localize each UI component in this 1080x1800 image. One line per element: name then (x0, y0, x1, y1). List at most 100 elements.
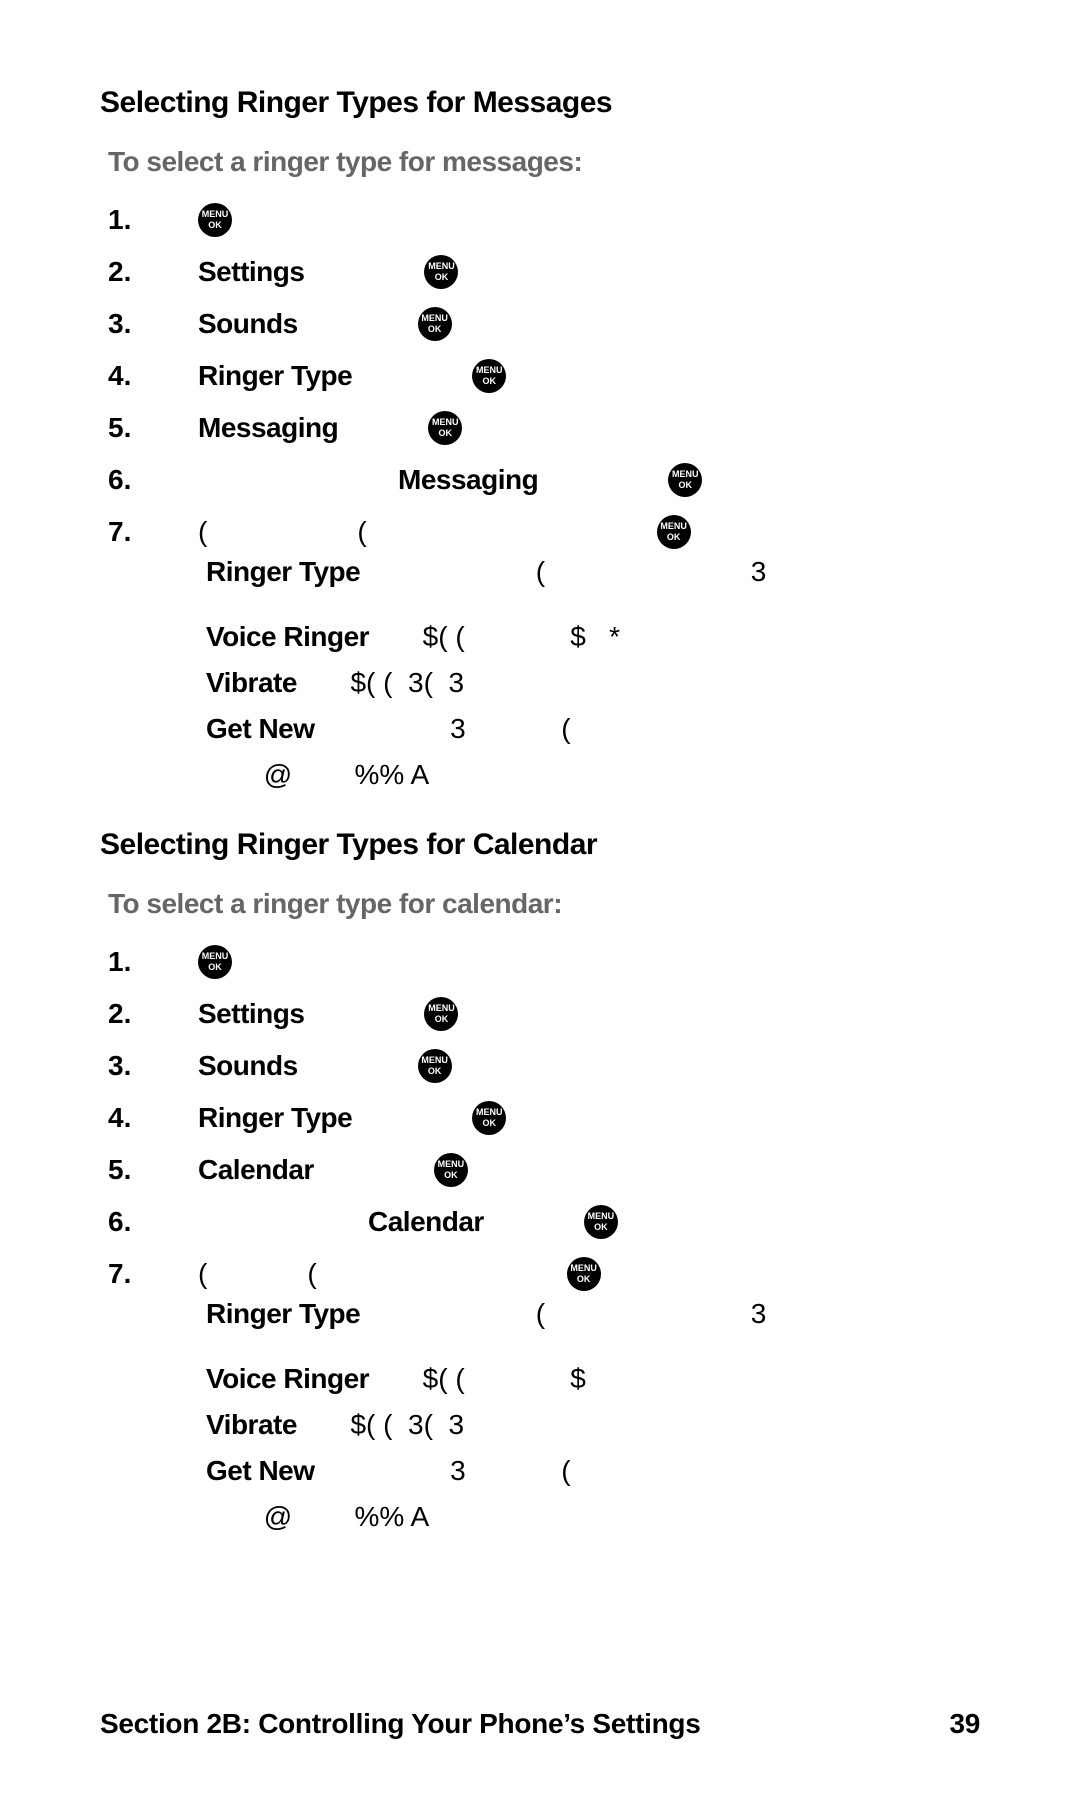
menu-ok-icon: MENU OK (198, 203, 232, 237)
ok-label: OK (208, 220, 222, 230)
menu-ok-icon: MENU OK (472, 1101, 506, 1135)
bullet-list: Voice Ringer $( ( $ * Vibrate $( ( 3( 3 … (108, 594, 980, 798)
menu-ok-icon: MENU OK (434, 1153, 468, 1187)
fragment-text: ( (561, 1455, 570, 1486)
step-label: Ringer Type (198, 360, 352, 392)
step-number: 4. (108, 360, 198, 392)
footer-section-label: Section 2B: Controlling Your Phone’s Set… (100, 1708, 700, 1740)
fragment-text: $ (570, 1363, 586, 1394)
ok-label: OK (667, 532, 681, 542)
menu-label: MENU (421, 1056, 448, 1065)
ok-label: OK (678, 480, 692, 490)
step-number: 1. (108, 204, 198, 236)
ok-label: OK (428, 324, 442, 334)
menu-ok-icon: MENU OK (567, 1257, 601, 1291)
fragment-text: ( (561, 713, 570, 744)
step-number: 1. (108, 946, 198, 978)
section-heading: Selecting Ringer Types for Calendar (100, 828, 980, 862)
ok-label: OK (577, 1274, 591, 1284)
ok-label: OK (435, 1014, 449, 1024)
fragment-text: 3 (450, 1455, 466, 1486)
ok-label: OK (482, 376, 496, 386)
menu-ok-icon: MENU OK (472, 359, 506, 393)
fragment-text: ( (307, 1258, 316, 1290)
fragment-text: $( ( 3( 3 (350, 667, 464, 698)
ok-label: OK (208, 962, 222, 972)
ok-label: OK (594, 1222, 608, 1232)
ok-label: OK (435, 272, 449, 282)
fragment-text: ( (198, 516, 207, 548)
section-subhead: To select a ringer type for calendar: (100, 888, 980, 920)
menu-ok-icon: MENU OK (428, 411, 462, 445)
fragment-text: 3 (751, 556, 767, 587)
menu-label: MENU (660, 522, 687, 531)
bullet-label: Vibrate (206, 667, 297, 698)
step-label: Messaging (398, 464, 538, 496)
menu-label: MENU (672, 470, 699, 479)
step-number: 2. (108, 998, 198, 1030)
menu-ok-icon: MENU OK (424, 997, 458, 1031)
step-number: 3. (108, 308, 198, 340)
steps-list: 1. MENU OK 2. Settings MENU OK 3. S (100, 202, 980, 798)
bullet-label: Vibrate (206, 1409, 297, 1440)
menu-label: MENU (476, 1108, 503, 1117)
step-number: 5. (108, 412, 198, 444)
menu-ok-icon: MENU OK (424, 255, 458, 289)
fragment-text: ( (536, 556, 545, 587)
step-number: 6. (108, 1206, 198, 1238)
menu-label: MENU (428, 262, 455, 271)
fragment-text: ( (198, 1258, 207, 1290)
fragment-text: 3 (450, 713, 466, 744)
menu-label: MENU (421, 314, 448, 323)
menu-ok-icon: MENU OK (198, 945, 232, 979)
step-number: 7. (108, 516, 198, 548)
bullet-list: Voice Ringer $( ( $ Vibrate $( ( 3( 3 Ge… (108, 1336, 980, 1540)
step-label: Calendar (368, 1206, 484, 1238)
step-label: Sounds (198, 1050, 298, 1082)
fragment-text: ( (357, 516, 366, 548)
step-details: Ringer Type ( 3 (108, 1292, 980, 1336)
step-number: 7. (108, 1258, 198, 1290)
step-number: 5. (108, 1154, 198, 1186)
menu-label: MENU (476, 366, 503, 375)
menu-label: MENU (432, 418, 459, 427)
menu-label: MENU (438, 1160, 465, 1169)
bullet-label: Voice Ringer (206, 1363, 369, 1394)
menu-ok-icon: MENU OK (657, 515, 691, 549)
step-label: Settings (198, 998, 304, 1030)
step-number: 6. (108, 464, 198, 496)
menu-label: MENU (570, 1264, 597, 1273)
fragment-text: $( ( 3( 3 (350, 1409, 464, 1440)
detail-label: Ringer Type (206, 1298, 360, 1329)
step-label: Settings (198, 256, 304, 288)
fragment-text: ( (536, 1298, 545, 1329)
bullet-label: Get New (206, 1455, 315, 1486)
page-number: 39 (949, 1708, 980, 1740)
menu-ok-icon: MENU OK (418, 307, 452, 341)
fragment-text: 3 (751, 1298, 767, 1329)
menu-label: MENU (202, 210, 229, 219)
menu-ok-icon: MENU OK (584, 1205, 618, 1239)
menu-label: MENU (202, 952, 229, 961)
menu-label: MENU (428, 1004, 455, 1013)
fragment-text: $( ( (423, 1363, 465, 1394)
step-details: Ringer Type ( 3 (108, 550, 980, 594)
bullet-label: Voice Ringer (206, 621, 369, 652)
bullet-label: Get New (206, 713, 315, 744)
menu-ok-icon: MENU OK (668, 463, 702, 497)
section-heading: Selecting Ringer Types for Messages (100, 86, 980, 120)
step-number: 4. (108, 1102, 198, 1134)
menu-label: MENU (588, 1212, 615, 1221)
section-subhead: To select a ringer type for messages: (100, 146, 980, 178)
fragment-text: @ %% A (264, 759, 429, 790)
detail-label: Ringer Type (206, 556, 360, 587)
step-label: Messaging (198, 412, 338, 444)
step-number: 3. (108, 1050, 198, 1082)
step-label: Calendar (198, 1154, 314, 1186)
page: Selecting Ringer Types for Messages To s… (0, 0, 1080, 1800)
ok-label: OK (482, 1118, 496, 1128)
ok-label: OK (438, 428, 452, 438)
ok-label: OK (444, 1170, 458, 1180)
fragment-text: @ %% A (264, 1501, 429, 1532)
step-number: 2. (108, 256, 198, 288)
